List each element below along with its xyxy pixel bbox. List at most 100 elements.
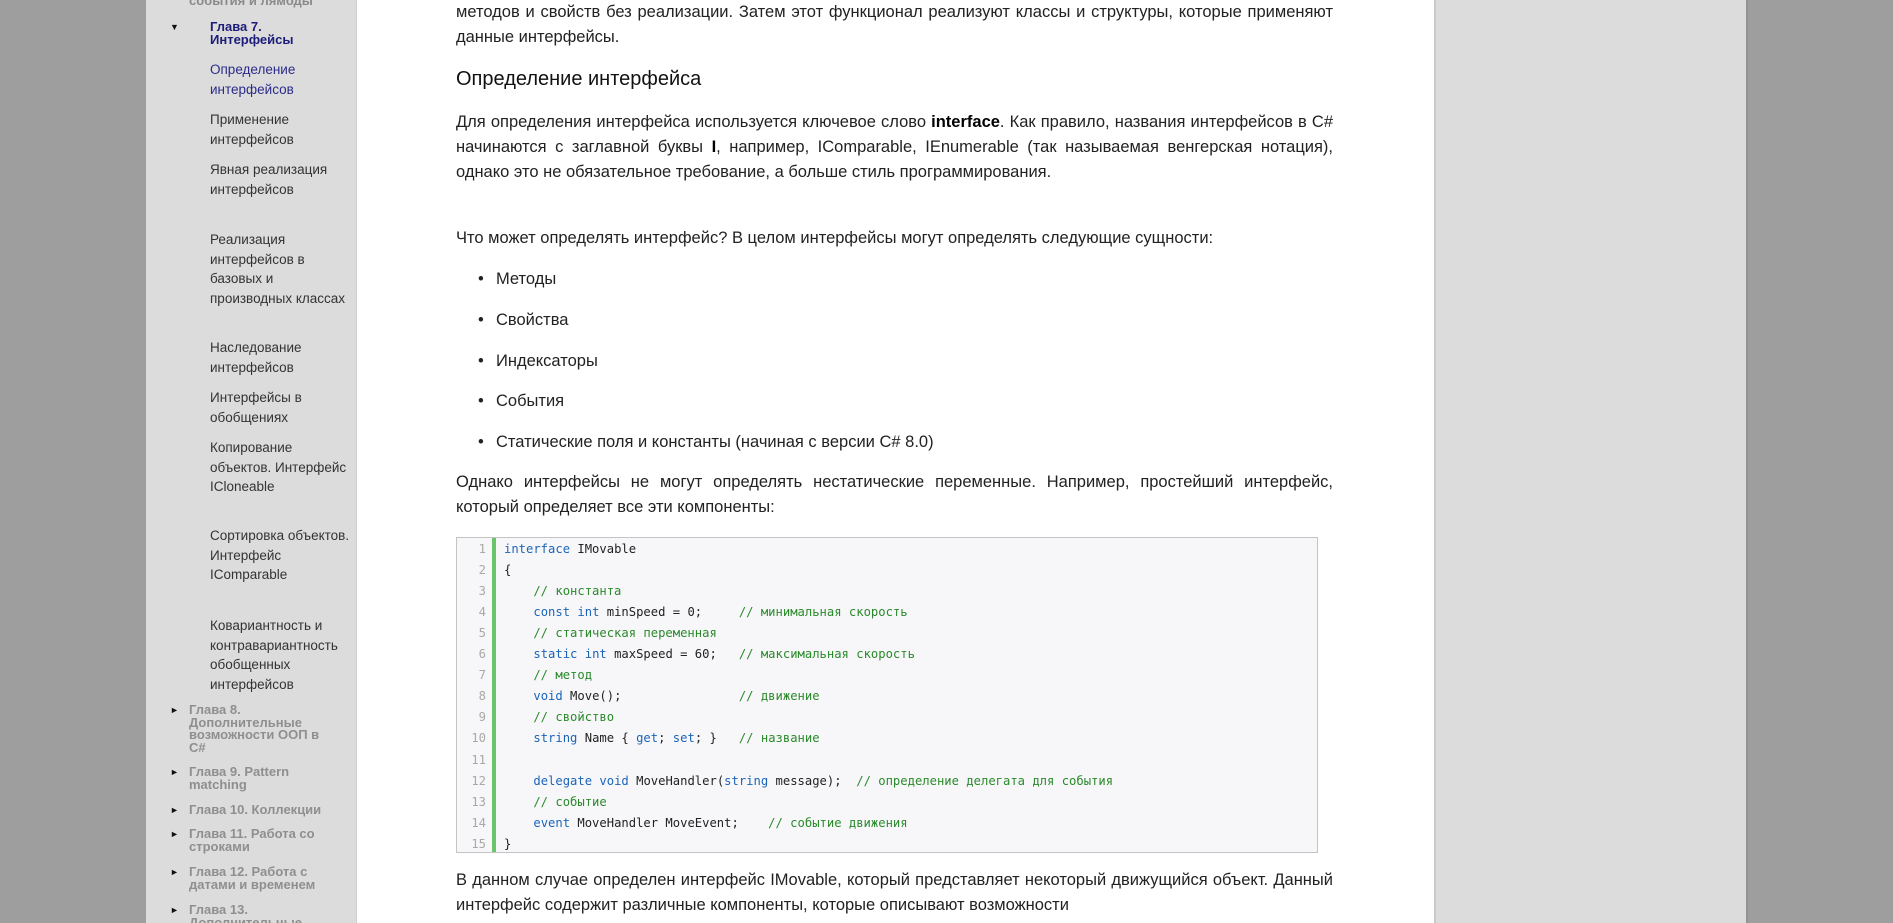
- line-number: 10: [471, 731, 486, 746]
- code-keyword: string: [533, 731, 578, 746]
- code-keyword: event: [533, 815, 571, 830]
- code-text: {: [504, 563, 512, 578]
- section-heading: Определение интерфейса: [456, 68, 702, 90]
- line-number: 14: [471, 815, 486, 830]
- sidebar-subitem[interactable]: Реализация интерфейсов в базовых и произ…: [210, 230, 355, 308]
- code-keyword: interface: [504, 542, 571, 556]
- main-content: методов и свойств без реализации. Затем …: [357, 0, 1434, 923]
- code-text: Move();: [562, 689, 739, 704]
- code-keyword: int: [577, 605, 600, 620]
- code-text: message);: [768, 773, 857, 788]
- keyword-interface: interface: [931, 113, 1000, 131]
- code-text: Name {: [577, 731, 637, 746]
- code-comment: // статическая переменная: [504, 626, 717, 641]
- code-line: string Name { get; set; } // название: [504, 731, 820, 746]
- right-panel: [1434, 0, 1747, 923]
- triangle-down-icon[interactable]: ▼: [170, 22, 179, 32]
- list-item: Статические поля и константы (начиная с …: [478, 431, 934, 453]
- definition-paragraph: Для определения интерфейса используется …: [456, 110, 1333, 185]
- code-line: event MoveHandler MoveEvent; // событие …: [504, 815, 907, 830]
- code-text: ; }: [694, 731, 739, 746]
- line-number: 9: [478, 710, 486, 725]
- explanation-paragraph: В данном случае определен интерфейс IMov…: [456, 871, 1333, 914]
- code-text: }: [504, 836, 512, 851]
- sidebar-chapter-title[interactable]: Глава 7. Интерфейсы: [210, 20, 340, 46]
- triangle-right-icon[interactable]: ►: [170, 705, 179, 715]
- sidebar-toc: события и лямбды ▼ Глава 7. Интерфейсы О…: [146, 0, 357, 923]
- line-number: 4: [478, 605, 486, 620]
- line-number: 2: [478, 563, 486, 578]
- sidebar-chapter-title[interactable]: Глава 8. Дополнительные возможности ООП …: [189, 703, 329, 754]
- line-number-gutter: 1 2 3 4 5 6 7 8 9 10 11 12 13 14 15: [457, 538, 496, 852]
- code-comment: // максимальная скорость: [738, 647, 915, 662]
- sidebar-chapter-title[interactable]: Глава 13. Дополнительные: [189, 903, 329, 923]
- triangle-right-icon[interactable]: ►: [170, 867, 179, 877]
- list-item: Индексаторы: [478, 350, 598, 372]
- sidebar-subitem[interactable]: Копирование объектов. Интерфейс ICloneab…: [210, 438, 355, 497]
- code-block: 1 2 3 4 5 6 7 8 9 10 11 12 13 14 15 interface IMovable…: [456, 537, 1318, 853]
- list-item: Методы: [478, 268, 556, 290]
- code-keyword: int: [584, 647, 607, 662]
- code-text: ;: [658, 731, 673, 746]
- sidebar-subitem[interactable]: Явная реализация интерфейсов: [210, 160, 355, 199]
- sidebar-chapter-title[interactable]: Глава 10. Коллекции: [189, 803, 329, 817]
- sidebar-subitem[interactable]: Наследование интерфейсов: [210, 338, 355, 377]
- code-keyword: get: [636, 731, 659, 746]
- line-number: 15: [471, 836, 486, 851]
- sidebar-subitem[interactable]: Сортировка объектов. Интерфейс IComparab…: [210, 526, 355, 585]
- sidebar-subitem[interactable]: Определение интерфейсов: [210, 60, 355, 99]
- code-comment: // событие: [504, 794, 607, 809]
- code-text: IMovable: [570, 542, 637, 556]
- line-number: 13: [471, 794, 486, 809]
- triangle-right-icon[interactable]: ►: [170, 829, 179, 839]
- line-number: 11: [471, 752, 486, 767]
- list-item: События: [478, 390, 564, 412]
- left-background: [0, 0, 146, 923]
- triangle-right-icon[interactable]: ►: [170, 805, 179, 815]
- code-line: // константа: [504, 584, 621, 598]
- line-number: 1: [478, 542, 486, 556]
- code-comment: // название: [738, 731, 820, 746]
- code-keyword: void: [533, 689, 563, 704]
- code-text: MoveHandler MoveEvent;: [570, 815, 769, 830]
- code-line: // свойство: [504, 710, 614, 724]
- sidebar-prev-chapter-tail[interactable]: события и лямбды: [189, 0, 313, 8]
- sidebar-subitem[interactable]: Ковариантность и контравариантность обоб…: [210, 616, 355, 694]
- code-line: interface IMovable: [504, 542, 636, 556]
- sidebar-subitem[interactable]: Интерфейсы в обобщениях: [210, 388, 355, 427]
- code-comment: // движение: [738, 689, 820, 704]
- code-comment: // константа: [504, 584, 622, 599]
- line-number: 3: [478, 584, 486, 599]
- code-line: // метод: [504, 668, 592, 682]
- code-line: const int minSpeed = 0; // минимальная с…: [504, 605, 908, 620]
- code-line: }: [504, 837, 511, 851]
- triangle-right-icon[interactable]: ►: [170, 905, 179, 915]
- code-keyword: string: [724, 773, 769, 788]
- intro-paragraph-tail: методов и свойств без реализации. Затем …: [456, 3, 1333, 46]
- code-comment: // свойство: [504, 710, 615, 725]
- code-comment: // метод: [504, 668, 593, 683]
- code-line: // статическая переменная: [504, 626, 717, 641]
- code-keyword: static: [533, 647, 578, 662]
- line-number: 5: [478, 626, 486, 641]
- sidebar-subitem[interactable]: Применение интерфейсов: [210, 110, 355, 149]
- sidebar-chapter-title[interactable]: Глава 9. Pattern matching: [189, 765, 329, 791]
- code-keyword: void: [599, 773, 629, 788]
- sidebar-chapter-title[interactable]: Глава 11. Работа со строками: [189, 827, 329, 853]
- code-line: static int maxSpeed = 60; // максимальна…: [504, 647, 915, 661]
- code-text: MoveHandler(: [628, 773, 725, 788]
- code-line: void Move(); // движение: [504, 689, 820, 704]
- list-item: Свойства: [478, 309, 569, 331]
- p1-text: Для определения интерфейса используется …: [456, 113, 932, 131]
- entities-paragraph: Что может определять интерфейс? В целом …: [456, 229, 1214, 247]
- code-comment: // минимальная скорость: [738, 605, 908, 620]
- sidebar-chapter-title[interactable]: Глава 12. Работа с датами и временем: [189, 865, 329, 891]
- code-comment: // определение делегата для события: [856, 773, 1114, 788]
- triangle-right-icon[interactable]: ►: [170, 767, 179, 777]
- limitations-paragraph: Однако интерфейсы не могут определять не…: [456, 473, 1333, 516]
- code-keyword: const: [533, 605, 571, 620]
